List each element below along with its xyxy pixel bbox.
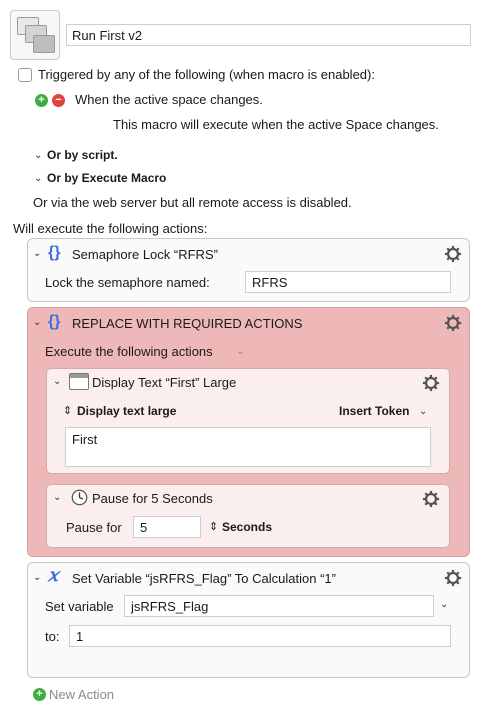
new-action-button[interactable]: New Action <box>49 687 114 702</box>
or-by-script[interactable]: Or by script. <box>47 148 118 162</box>
gear-icon[interactable] <box>422 490 440 508</box>
trigger-description: This macro will execute when the active … <box>113 117 439 132</box>
calculation-field[interactable]: 1 <box>69 625 451 647</box>
pause-label: Pause for <box>66 520 122 535</box>
macro-icon[interactable] <box>10 10 60 60</box>
semaphore-title: Semaphore Lock “RFRS” <box>72 247 218 262</box>
chevron-down-icon[interactable]: ⌄ <box>236 346 244 357</box>
set-variable-action[interactable]: ⌄ 𝑥 Set Variable “jsRFRS_Flag” To Calcul… <box>27 562 470 678</box>
semaphore-field-label: Lock the semaphore named: <box>45 275 210 290</box>
variable-name-field[interactable]: jsRFRS_Flag <box>124 595 434 617</box>
set-variable-label: Set variable <box>45 599 114 614</box>
display-text-field[interactable]: First <box>65 427 431 467</box>
semaphore-action[interactable]: ⌄ {} Semaphore Lock “RFRS” Lock the sema… <box>27 238 470 302</box>
group-title: REPLACE WITH REQUIRED ACTIONS <box>72 316 303 331</box>
braces-icon: {} <box>48 313 61 330</box>
set-variable-title: Set Variable “jsRFRS_Flag” To Calculatio… <box>72 571 336 586</box>
gear-icon[interactable] <box>444 314 462 332</box>
gear-icon[interactable] <box>444 245 462 263</box>
chevron-down-icon[interactable]: ⌄ <box>33 317 41 328</box>
chevron-down-icon[interactable]: ⌄ <box>440 599 448 610</box>
chevron-down-icon[interactable]: ⌄ <box>53 376 61 387</box>
clock-icon <box>71 489 88 506</box>
or-by-execute-macro[interactable]: Or by Execute Macro <box>47 171 166 185</box>
triggers-header: Triggered by any of the following (when … <box>38 67 375 82</box>
pause-action[interactable]: ⌄ Pause for 5 Seconds Pause for 5 ⇕ Seco… <box>46 484 450 548</box>
braces-icon: {} <box>48 244 61 261</box>
display-text-action[interactable]: ⌄ Display Text “First” Large ⇕ Display t… <box>46 368 450 474</box>
group-action[interactable]: ⌄ {} REPLACE WITH REQUIRED ACTIONS Execu… <box>27 307 470 557</box>
display-mode-select[interactable]: Display text large <box>77 404 176 418</box>
pause-value-field[interactable]: 5 <box>133 516 201 538</box>
trigger-label: When the active space changes. <box>75 92 263 107</box>
chevron-down-icon[interactable]: ⌄ <box>33 248 41 259</box>
insert-token-button[interactable]: Insert Token <box>339 404 409 418</box>
macro-name-field[interactable]: Run First v2 <box>66 24 471 46</box>
pause-title: Pause for 5 Seconds <box>92 491 213 506</box>
gear-icon[interactable] <box>422 374 440 392</box>
gear-icon[interactable] <box>444 569 462 587</box>
execute-following-label: Execute the following actions <box>45 344 213 359</box>
chevron-down-icon[interactable]: ⌄ <box>419 406 427 417</box>
triggered-checkbox[interactable] <box>18 68 32 82</box>
chevron-down-icon[interactable]: ⌄ <box>34 150 42 161</box>
chevron-down-icon[interactable]: ⌄ <box>34 173 42 184</box>
window-icon <box>69 373 89 390</box>
add-action-icon[interactable]: + <box>33 688 46 701</box>
to-label: to: <box>45 629 60 644</box>
chevron-down-icon[interactable]: ⌄ <box>33 572 41 583</box>
will-execute-label: Will execute the following actions: <box>13 221 208 236</box>
web-server-note: Or via the web server but all remote acc… <box>33 195 352 210</box>
pause-unit-select[interactable]: Seconds <box>222 520 272 534</box>
variable-x-icon: 𝑥 <box>48 565 59 586</box>
semaphore-name-field[interactable]: RFRS <box>245 271 451 293</box>
remove-trigger-icon[interactable]: − <box>52 94 65 107</box>
display-text-title: Display Text “First” Large <box>92 375 237 390</box>
add-trigger-icon[interactable]: + <box>35 94 48 107</box>
updown-icon[interactable]: ⇕ <box>63 404 72 417</box>
updown-icon[interactable]: ⇕ <box>209 520 218 533</box>
chevron-down-icon[interactable]: ⌄ <box>53 492 61 503</box>
